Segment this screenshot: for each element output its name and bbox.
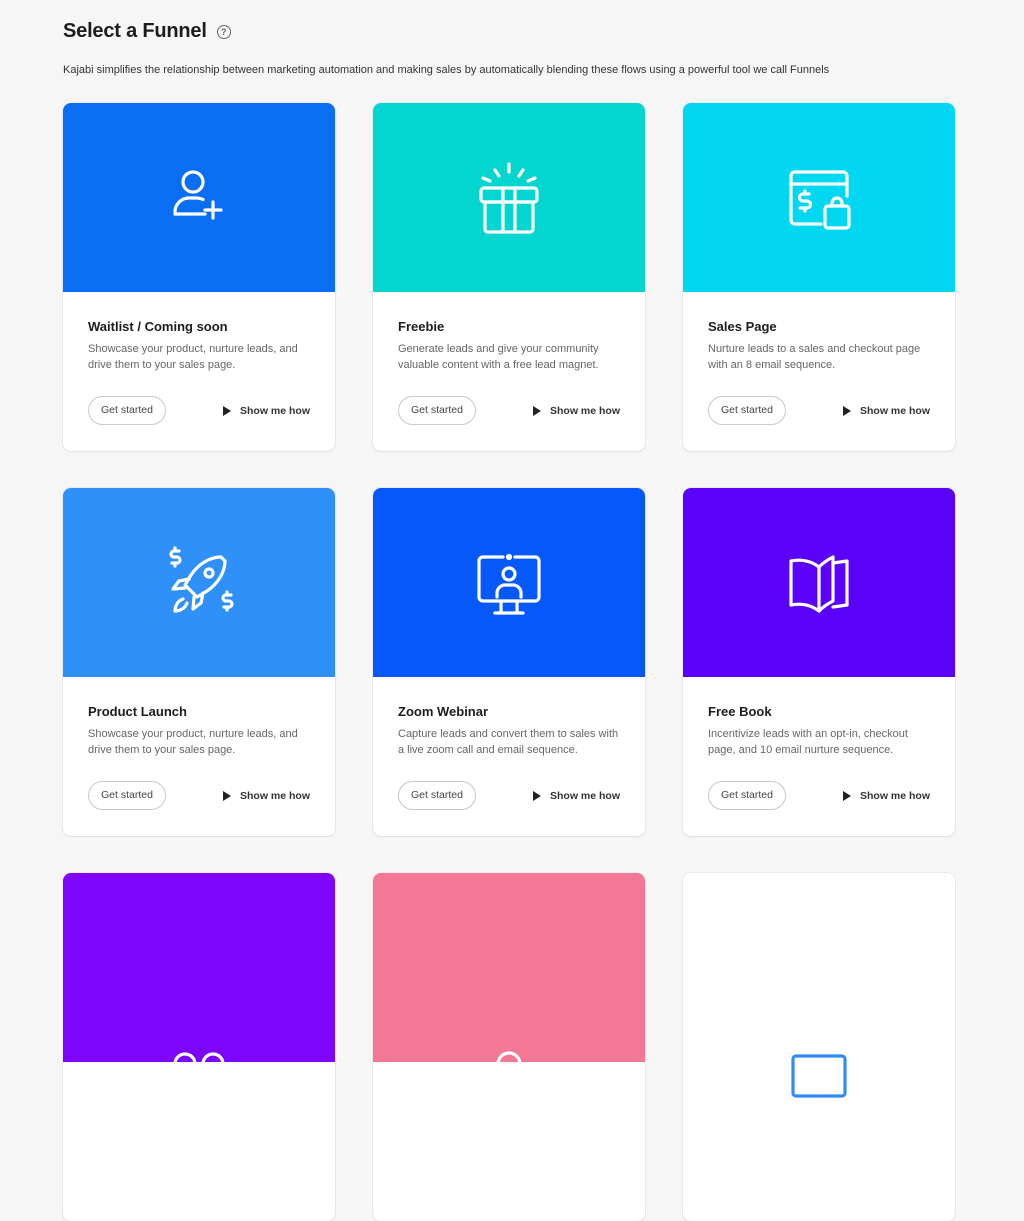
card-body: Sales Page Nurture leads to a sales and … [683, 292, 955, 374]
card-title: Zoom Webinar [398, 704, 489, 719]
card-hero [373, 873, 645, 1077]
get-started-button[interactable]: Get started [398, 781, 476, 810]
card-title: Waitlist / Coming soon [88, 319, 228, 334]
gift-icon [479, 161, 539, 234]
card-description: Incentivize leads with an opt-in, checko… [708, 728, 908, 756]
help-icon[interactable]: ? [216, 24, 231, 39]
card-hero [373, 103, 645, 292]
card-description: Showcase your product, nurture leads, an… [88, 343, 298, 371]
card-actions: Get started Show me how [398, 396, 620, 425]
card-description: Capture leads and convert them to sales … [398, 728, 619, 756]
card-hero [63, 873, 335, 1076]
card-body: Product Launch Showcase your product, nu… [63, 677, 335, 759]
funnel-card-zoom-webinar: Zoom Webinar Capture leads and convert t… [373, 488, 645, 836]
card-title: Freebie [398, 319, 445, 334]
play-icon [532, 790, 541, 801]
header: Select a Funnel ? [63, 20, 231, 43]
play-icon [842, 790, 851, 801]
show-me-how-label: Show me how [859, 789, 930, 802]
get-started-button[interactable]: Get started [88, 396, 166, 425]
funnel-card-product-launch: Product Launch Showcase your product, nu… [63, 488, 335, 836]
funnel-card-freebie: Freebie Generate leads and give your com… [373, 103, 645, 451]
get-started-button[interactable]: Get started [708, 781, 786, 810]
card-description: Showcase your product, nurture leads, an… [88, 728, 298, 756]
show-me-how-button[interactable]: Show me how [842, 789, 930, 802]
funnel-card-partial-2 [373, 873, 645, 1221]
card-body: Zoom Webinar Capture leads and convert t… [373, 677, 645, 759]
show-me-how-label: Show me how [549, 789, 620, 802]
show-me-how-label: Show me how [239, 789, 310, 802]
card-hero [373, 488, 645, 677]
get-started-button[interactable]: Get started [708, 396, 786, 425]
card-description: Nurture leads to a sales and checkout pa… [708, 343, 921, 371]
card-actions: Get started Show me how [708, 396, 930, 425]
show-me-how-label: Show me how [859, 404, 930, 417]
show-me-how-button[interactable]: Show me how [532, 789, 620, 802]
funnel-card-partial-3 [683, 873, 955, 1221]
card-body: Free Book Incentivize leads with an opt-… [683, 677, 955, 759]
card-hero [63, 488, 335, 677]
show-me-how-label: Show me how [239, 404, 310, 417]
card-body: Waitlist / Coming soon Showcase your pro… [63, 292, 335, 374]
play-icon [222, 790, 231, 801]
show-me-how-button[interactable]: Show me how [532, 404, 620, 417]
show-me-how-label: Show me how [549, 404, 620, 417]
card-actions: Get started Show me how [88, 396, 310, 425]
funnel-card-free-book: Free Book Incentivize leads with an opt-… [683, 488, 955, 836]
funnel-card-sales-page: Sales Page Nurture leads to a sales and … [683, 103, 955, 451]
card-title: Sales Page [708, 319, 777, 334]
card-title: Free Book [708, 704, 772, 719]
funnel-card-partial-1 [63, 873, 335, 1221]
card-hero [683, 103, 955, 292]
card-title: Product Launch [88, 704, 187, 719]
users-icon [173, 1052, 225, 1076]
card-actions: Get started Show me how [88, 781, 310, 810]
card-actions: Get started Show me how [398, 781, 620, 810]
card-body: Freebie Generate leads and give your com… [373, 292, 645, 374]
get-started-button[interactable]: Get started [88, 781, 166, 810]
card-hero [683, 873, 955, 1098]
webinar-icon [477, 553, 541, 615]
show-me-how-button[interactable]: Show me how [222, 404, 310, 417]
play-icon [532, 405, 541, 416]
card-actions: Get started Show me how [708, 781, 930, 810]
play-icon [842, 405, 851, 416]
user-icon [496, 1051, 522, 1077]
rocket-icon [169, 545, 234, 613]
play-icon [222, 405, 231, 416]
funnel-card-waitlist: Waitlist / Coming soon Showcase your pro… [63, 103, 335, 451]
funnel-grid: Waitlist / Coming soon Showcase your pro… [63, 103, 955, 1221]
get-started-button[interactable]: Get started [398, 396, 476, 425]
show-me-how-button[interactable]: Show me how [222, 789, 310, 802]
card-hero [63, 103, 335, 292]
user-plus-icon [173, 169, 223, 220]
sales-page-icon [789, 169, 851, 230]
page-subtitle: Kajabi simplifies the relationship betwe… [63, 64, 830, 76]
window-icon [791, 1054, 847, 1098]
book-icon [789, 554, 849, 613]
card-description: Generate leads and give your community v… [398, 343, 599, 371]
card-hero [683, 488, 955, 677]
page-title: Select a Funnel [63, 20, 207, 42]
show-me-how-button[interactable]: Show me how [842, 404, 930, 417]
